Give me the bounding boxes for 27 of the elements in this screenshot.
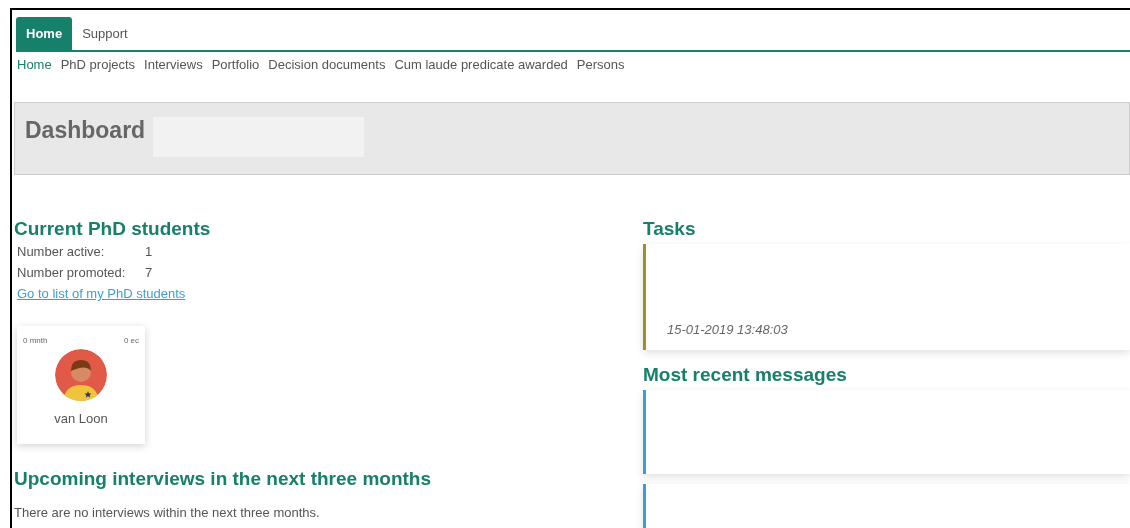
section-heading: Tasks	[643, 218, 697, 240]
message-card[interactable]	[643, 390, 1130, 474]
stat-value: 1	[145, 244, 154, 259]
section-heading: Current PhD students	[14, 218, 212, 240]
task-card[interactable]: 15-01-2019 13:48:03	[643, 244, 1130, 350]
nav-link[interactable]: Persons	[576, 57, 625, 72]
tab[interactable]: Home	[16, 17, 73, 50]
nav-link[interactable]: Interviews	[144, 57, 203, 72]
months-label: 0 mnth	[23, 336, 48, 345]
task-timestamp: 15-01-2019 13:48:03	[667, 322, 788, 337]
student-name: van Loon	[54, 411, 108, 426]
section-heading: Most recent messages	[643, 364, 848, 386]
stat-label: Number promoted:	[17, 265, 127, 280]
stat-value: 7	[145, 265, 154, 280]
tab[interactable]: Support	[72, 17, 138, 50]
stat-label: Number active:	[17, 244, 106, 259]
credits-label: 0 ec	[123, 336, 139, 345]
nav-link[interactable]: PhD projects	[60, 57, 136, 72]
avatar-icon	[55, 349, 107, 401]
page-title: Dashboard	[25, 117, 146, 144]
nav-link[interactable]: Home	[17, 57, 52, 72]
section-heading: Upcoming interviews in the next three months	[14, 468, 432, 490]
nav-link[interactable]: Portfolio	[211, 57, 260, 72]
student-card[interactable]: 0 mnth 0 ec van Loon	[17, 326, 145, 444]
nav-link[interactable]: Cum laude predicate awarded	[394, 57, 568, 72]
nav-link[interactable]: Decision documents	[268, 57, 386, 72]
empty-message: There are no interviews within the next three months.	[14, 505, 321, 520]
